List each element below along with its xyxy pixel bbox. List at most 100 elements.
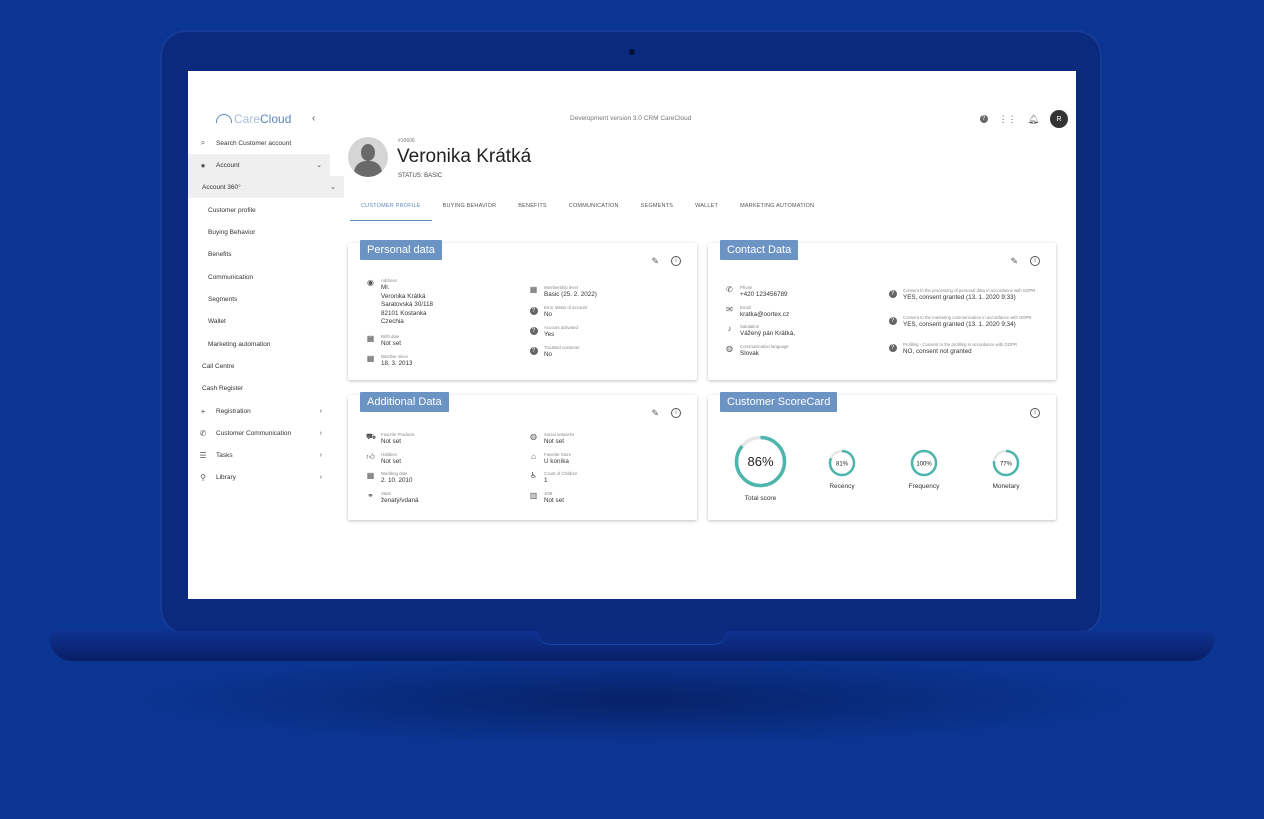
cart-icon: ⛟ [366, 432, 377, 441]
sidebar-item-wallet[interactable]: Wallet [188, 310, 350, 332]
sidebar-item-account[interactable]: ● Account ⌄ [188, 154, 330, 176]
field-label: Count of Children [544, 471, 578, 476]
info-icon[interactable]: i [1030, 408, 1040, 418]
sidebar-item-registration[interactable]: + Registration › [188, 400, 330, 422]
frequency-value: 100% [916, 462, 932, 468]
sidebar-label: Customer Communication [216, 429, 292, 437]
apps-grid-icon[interactable]: ⋮⋮ [999, 114, 1017, 125]
sidebar-label: Search Customer account [216, 139, 292, 147]
sidebar-label: Customer profile [208, 206, 256, 214]
sidebar-item-customer-communication[interactable]: ✆ Customer Communication › [188, 422, 330, 444]
card-icons: ✎ i [651, 408, 681, 419]
sidebar-label: Registration [216, 407, 251, 415]
sidebar-label: Segments [208, 295, 238, 303]
gdpr-marketing-field: ? Consent to the marketing communication … [888, 315, 1048, 330]
info-icon[interactable]: i [671, 256, 681, 266]
total-score-gauge: 86% Total score [733, 434, 788, 502]
search-customer-account[interactable]: ⌕ Search Customer account [188, 132, 330, 154]
carecloud-logo[interactable]: CareCloud [216, 112, 291, 126]
help-icon: ? [529, 325, 538, 340]
building-icon: ▥ [529, 491, 538, 500]
sidebar-item-benefits[interactable]: Benefits [188, 243, 350, 265]
sidebar-item-segments[interactable]: Segments [188, 288, 350, 310]
field-value: 1 [544, 477, 548, 484]
laptop-shadow [130, 655, 1140, 745]
edit-icon[interactable]: ✎ [651, 256, 659, 267]
tab-benefits[interactable]: BENEFITS [507, 195, 558, 220]
address-line: 82101 Kostanka [381, 309, 427, 317]
edit-icon[interactable]: ✎ [651, 408, 659, 419]
card-icons: i [1030, 408, 1040, 418]
field-value: YES, consent granted (13. 1. 2020 9:34) [903, 321, 1016, 328]
sidebar-item-call-centre[interactable]: Call Centre [188, 355, 344, 377]
info-icon[interactable]: i [1030, 256, 1040, 266]
edit-icon[interactable]: ✎ [1010, 256, 1018, 267]
sidebar-item-account360[interactable]: Account 360° ⌄ [188, 176, 344, 198]
help-icon: ? [888, 288, 897, 303]
email-field: ✉ Email kratka@oortex.cz [725, 305, 789, 320]
tab-segments[interactable]: SEGMENTS [630, 195, 684, 220]
monetary-ring: 77% [992, 449, 1020, 477]
field-value: Yes [544, 331, 555, 338]
sidebar-item-buying-behavior[interactable]: Buying Behavior [188, 221, 350, 243]
sidebar-label: Tasks [216, 451, 233, 459]
profile-tabs: CUSTOMER PROFILE BUYING BEHAVIOR BENEFIT… [350, 195, 825, 221]
camera [629, 49, 635, 55]
dev-version: Development version 3.0 CRM CareCloud [570, 115, 692, 122]
sidebar-item-customer-profile[interactable]: Customer profile [188, 199, 350, 221]
bell-icon[interactable]: 🔔︎ [1028, 114, 1039, 125]
sidebar-item-tasks[interactable]: ☰ Tasks › [188, 444, 330, 466]
field-value: Not set [381, 438, 401, 445]
monetary-value: 77% [1000, 462, 1013, 468]
collapse-sidebar-icon[interactable]: ‹ [312, 113, 315, 124]
job-field: ▥ JOB Not set [529, 491, 564, 506]
field-value: Not set [544, 438, 564, 445]
field-value: Basic (25. 2. 2022) [544, 291, 597, 298]
tab-communication[interactable]: COMMUNICATION [558, 195, 630, 220]
help-icon: ? [529, 345, 538, 360]
user-avatar[interactable]: R [1050, 110, 1068, 128]
help-icon: ? [529, 305, 538, 320]
card-title: Personal data [360, 240, 442, 260]
sidebar-item-library[interactable]: ⚲ Library › [188, 466, 330, 488]
tab-customer-profile[interactable]: CUSTOMER PROFILE [350, 195, 432, 221]
sidebar-label: Account [216, 161, 240, 169]
home-icon: ⌂ [531, 452, 536, 461]
phone-field: ✆ Phone +420 123456789 [725, 285, 787, 300]
customer-status: STATUS: BASIC [398, 173, 443, 179]
field-value: kratka@oortex.cz [740, 311, 790, 318]
thumbs-up-icon: 👍︎ [366, 452, 375, 461]
monetary-gauge: 77% Monetary [983, 449, 1029, 490]
salutation-field: ♪ Salutation Vážený pán Krátká, [725, 324, 795, 339]
field-value: Vážený pán Krátká, [740, 330, 795, 337]
tasks-icon: ☰ [199, 450, 207, 460]
field-value: Not set [544, 497, 564, 504]
calendar-icon: ▦ [366, 354, 375, 363]
tab-buying-behavior[interactable]: BUYING BEHAVIOR [432, 195, 508, 220]
address-line: Czechia [381, 318, 404, 325]
microphone-icon: ♪ [727, 324, 732, 333]
card-icons: ✎ i [1010, 256, 1040, 267]
membership-level-field: ▦ Membership level Basic (25. 2. 2022) [529, 285, 597, 300]
scorecard-card: Customer ScoreCard i 86% Total score 81%… [708, 392, 1056, 520]
phone-icon: ✆ [726, 285, 733, 294]
monetary-label: Monetary [992, 483, 1020, 490]
sidebar-item-cash-register[interactable]: Cash Register [188, 377, 344, 399]
sidebar-item-marketing-automation[interactable]: Marketing automation [188, 333, 350, 355]
customer-photo [348, 137, 388, 177]
field-value: NO, consent not granted [903, 348, 972, 355]
card-icons: ✎ i [651, 256, 681, 267]
sidebar-item-communication[interactable]: Communication [188, 266, 350, 288]
tab-marketing-automation[interactable]: MARKETING AUTOMATION [729, 195, 825, 220]
help-icon[interactable]: ? [979, 115, 988, 123]
info-icon[interactable]: i [671, 408, 681, 418]
sidebar-label: Benefits [208, 250, 232, 258]
people-icon: ⚭ [367, 491, 374, 500]
field-value: Not set [381, 458, 401, 465]
recency-label: Recency [829, 483, 855, 490]
address-line: Veronika Krátká [381, 292, 426, 300]
chevron-right-icon: › [319, 473, 322, 481]
tab-wallet[interactable]: WALLET [684, 195, 729, 220]
sidebar-label: Buying Behavior [208, 228, 256, 236]
birth-date-field: ▦ Birth date Not set [366, 334, 401, 349]
